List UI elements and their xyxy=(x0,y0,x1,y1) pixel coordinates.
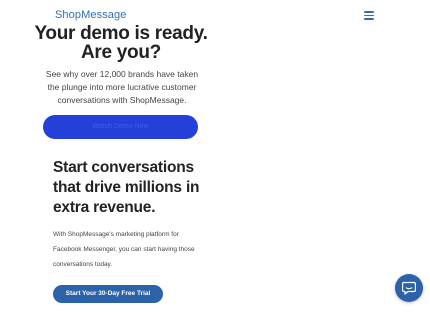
menu-line xyxy=(364,14,374,17)
section-body: With ShopMessage's marketing platform fo… xyxy=(53,231,195,268)
hero-title: Your demo is ready. Are you? xyxy=(30,24,212,62)
brand-logo[interactable]: ShopMessage xyxy=(55,9,126,21)
watch-demo-button[interactable]: Watch Demo Now xyxy=(43,115,198,139)
free-trial-button[interactable]: Start Your 30-Day Free Trial xyxy=(53,285,163,303)
hero-subtitle: See why over 12,000 brands have taken th… xyxy=(45,69,199,105)
chat-bubble-icon xyxy=(402,281,416,295)
hero-title-line2: Are you? xyxy=(81,42,161,63)
section-title: Start conversations that drive millions … xyxy=(53,159,200,216)
chat-widget-button[interactable] xyxy=(395,274,423,302)
menu-line xyxy=(364,11,374,13)
hamburger-menu-icon[interactable] xyxy=(364,10,376,20)
hero-title-line1: Your demo is ready. xyxy=(34,23,208,44)
menu-line xyxy=(364,18,374,20)
page: ShopMessage Your demo is ready. Are you?… xyxy=(0,0,430,315)
